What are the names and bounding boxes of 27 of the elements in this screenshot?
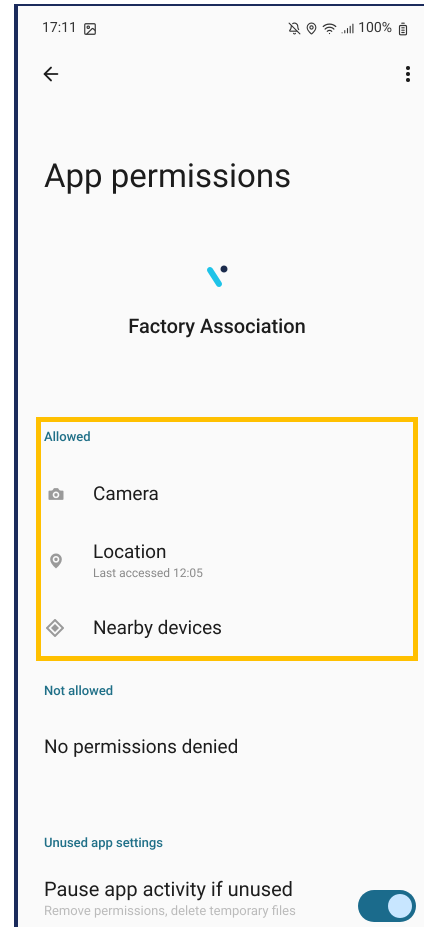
permission-label: No permissions denied: [44, 735, 238, 759]
battery-percentage: 100%: [358, 19, 392, 38]
diamond-icon: [46, 618, 64, 636]
battery-icon: [396, 22, 410, 36]
mute-icon: [288, 22, 302, 35]
permission-label: Location: [93, 540, 168, 564]
permission-item[interactable]: Location Last accessed 12:05: [41, 540, 413, 582]
section-header: Allowed: [43, 429, 92, 447]
wifi-icon: [322, 21, 338, 36]
setting-subtitle: Remove permissions, delete temporary files: [44, 902, 296, 920]
permission-subtitle: Last accessed 12:05: [93, 564, 203, 582]
section-header: Not allowed: [43, 682, 114, 700]
location-icon: [305, 22, 318, 35]
toggle-switch[interactable]: [358, 890, 416, 922]
setting-label: Pause app activity if unused: [44, 876, 294, 902]
page-title: App permissions: [43, 157, 292, 197]
permission-item[interactable]: Camera: [41, 474, 413, 514]
permission-item[interactable]: No permissions denied: [41, 727, 413, 767]
signal-icon: [341, 22, 354, 35]
section-header: Unused app settings: [43, 835, 164, 853]
permission-label: Camera: [93, 482, 159, 506]
more-options-icon: [406, 66, 410, 82]
permission-label: Nearby devices: [93, 616, 222, 640]
gallery-icon: [82, 22, 97, 36]
status-time: 17:11: [42, 19, 77, 38]
permission-item[interactable]: Nearby devices: [41, 608, 413, 648]
app-name: Factory Association: [128, 313, 306, 340]
